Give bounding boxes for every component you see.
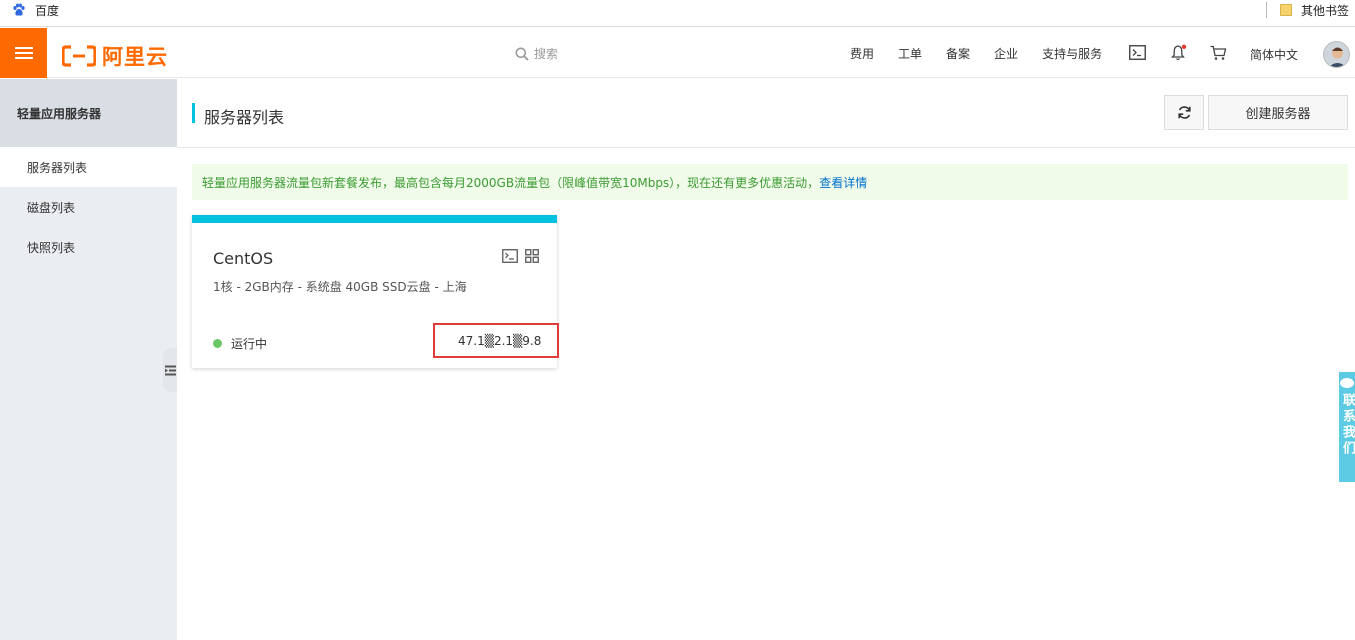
menu-button[interactable]: [0, 28, 47, 78]
nav-link-billing[interactable]: 费用: [850, 45, 874, 62]
nav-links: 费用 工单 备案 企业 支持与服务: [850, 28, 1126, 78]
sidebar-collapse-handle[interactable]: [163, 348, 177, 392]
ip-address-text: 47.1▒2.1▒9.8: [458, 333, 542, 348]
contact-us-tab[interactable]: 联系我们: [1339, 372, 1355, 482]
bookmark-other-label: 其他书签: [1300, 3, 1349, 18]
bookmark-divider: [1266, 2, 1267, 18]
top-navigation: 阿里云 搜索 费用 工单 备案 企业 支持与服务 简体中文: [0, 28, 1355, 78]
sidebar-item-snapshot-list[interactable]: 快照列表: [0, 227, 177, 267]
bookmark-other-folder[interactable]: 其他书签: [1279, 0, 1349, 20]
search-box[interactable]: 搜索: [515, 45, 558, 62]
grid-menu-icon[interactable]: [525, 249, 539, 266]
hamburger-icon: [14, 47, 33, 59]
nav-link-enterprise[interactable]: 企业: [994, 45, 1018, 62]
user-avatar-icon: [1324, 42, 1349, 67]
status-label: 运行中: [231, 337, 268, 351]
remote-terminal-icon[interactable]: [502, 249, 518, 266]
aliyun-logo-icon: [62, 45, 96, 67]
refresh-button[interactable]: [1164, 95, 1204, 130]
search-icon: [515, 47, 529, 61]
contact-us-label: 联系我们: [1340, 393, 1355, 457]
page-header: 服务器列表 创建服务器: [177, 79, 1355, 148]
main-content: 服务器列表 创建服务器 轻量应用服务器流量包新套餐发布，最高包含每月2000GB…: [177, 79, 1355, 640]
sidebar-item-disk-list[interactable]: 磁盘列表: [0, 187, 177, 227]
card-accent-bar: [192, 215, 557, 223]
status-dot-icon: [213, 339, 222, 348]
nav-link-filing[interactable]: 备案: [946, 45, 970, 62]
bookmark-baidu-label: 百度: [35, 3, 60, 18]
chat-bubble-icon: [1340, 378, 1354, 388]
nav-link-ticket[interactable]: 工单: [898, 45, 922, 62]
avatar[interactable]: [1323, 41, 1350, 68]
server-status: 运行中: [213, 335, 267, 352]
title-accent-bar: [192, 103, 195, 123]
notice-details-link[interactable]: 查看详情: [819, 174, 867, 191]
server-spec: 1核 - 2GB内存 - 系统盘 40GB SSD云盘 - 上海: [213, 280, 467, 294]
bookmark-baidu[interactable]: 百度: [12, 0, 59, 20]
search-placeholder: 搜索: [534, 47, 559, 61]
language-switch[interactable]: 简体中文: [1250, 46, 1298, 63]
sidebar-title: 轻量应用服务器: [0, 79, 177, 147]
refresh-icon: [1177, 106, 1191, 119]
collapse-list-icon: [164, 365, 176, 375]
nav-link-support[interactable]: 支持与服务: [1042, 45, 1102, 62]
promo-notice: 轻量应用服务器流量包新套餐发布，最高包含每月2000GB流量包（限峰值带宽10M…: [192, 164, 1348, 200]
cart-icon[interactable]: [1210, 45, 1227, 64]
notice-text: 轻量应用服务器流量包新套餐发布，最高包含每月2000GB流量包（限峰值带宽10M…: [202, 175, 820, 190]
baidu-paw-icon: [13, 3, 25, 16]
bookmarks-bar: 百度 其他书签: [0, 0, 1355, 27]
bell-icon[interactable]: [1171, 44, 1187, 64]
sidebar-item-server-list[interactable]: 服务器列表: [0, 147, 177, 187]
aliyun-logo[interactable]: 阿里云: [62, 41, 168, 71]
server-os: CentOS: [213, 249, 274, 268]
logo-text: 阿里云: [102, 45, 168, 69]
server-ip-address[interactable]: 47.1▒2.1▒9.8: [433, 323, 559, 358]
sidebar: 轻量应用服务器 服务器列表 磁盘列表 快照列表: [0, 79, 177, 640]
folder-icon: [1279, 4, 1292, 16]
card-actions: [502, 249, 546, 266]
page-title: 服务器列表: [204, 108, 285, 127]
terminal-icon[interactable]: [1129, 45, 1146, 63]
create-server-button[interactable]: 创建服务器: [1208, 95, 1348, 130]
